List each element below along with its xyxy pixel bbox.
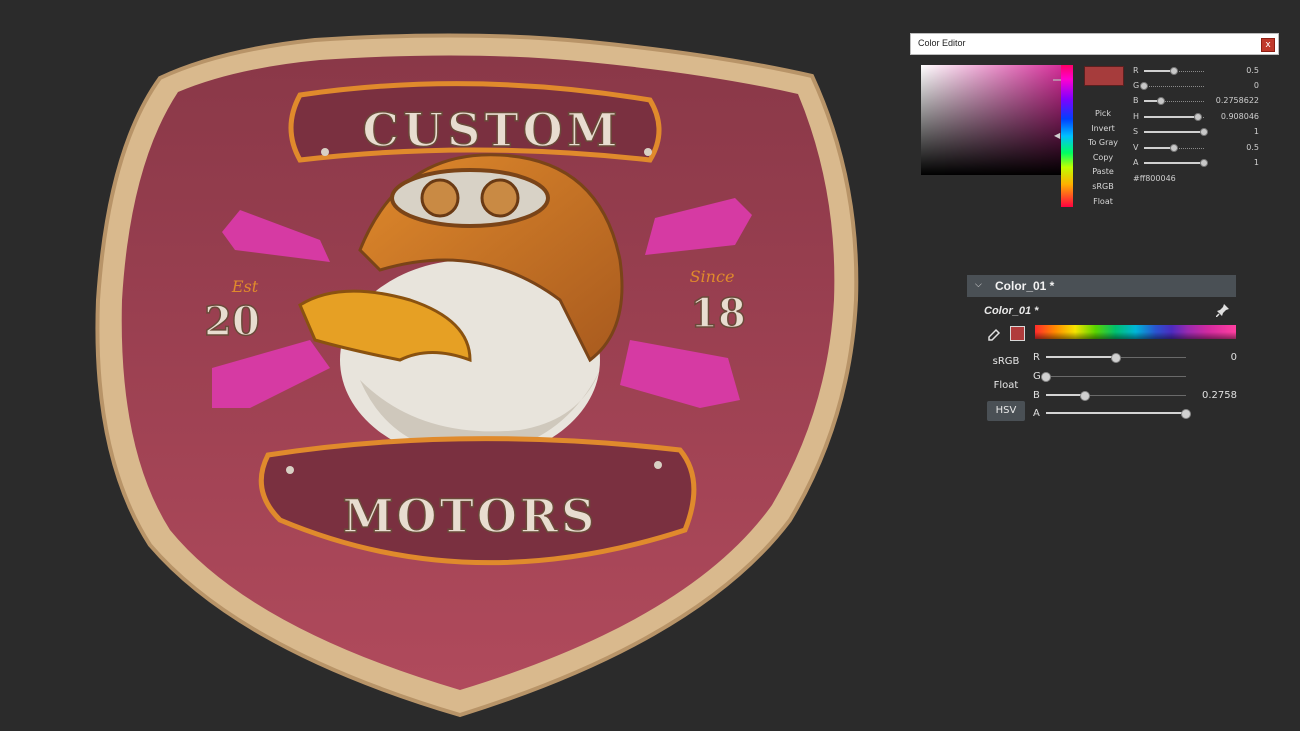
channel-value[interactable]: 0 <box>1183 352 1237 363</box>
goggle-lens-right <box>480 178 520 218</box>
channel-fill <box>1046 412 1186 414</box>
channel-slider-knob[interactable] <box>1181 409 1191 419</box>
channel-label: R <box>1033 352 1040 363</box>
color-editor-actions: Pick Invert To Gray Copy Paste sRGB Floa… <box>1085 109 1121 211</box>
channel-row-g: G 0 <box>1133 81 1259 93</box>
channel-slider-knob[interactable] <box>1156 97 1165 105</box>
script-right: Since <box>690 267 735 286</box>
channel-fill <box>1144 162 1204 164</box>
color-name[interactable]: Color_01 * <box>984 305 1038 317</box>
paste-button[interactable]: Paste <box>1085 167 1121 182</box>
channel-row-g: G <box>1033 370 1237 384</box>
channel-label: R <box>1133 66 1139 75</box>
banner-top-text: CUSTOM <box>362 103 621 157</box>
to-gray-button[interactable]: To Gray <box>1085 138 1121 153</box>
embroidered-patch-artwork: CUSTOM 20 18 Est Since MOTORS <box>95 33 859 718</box>
hsv-toggle[interactable]: HSV <box>987 401 1025 421</box>
goggle-lens-left <box>420 178 460 218</box>
close-button[interactable]: x <box>1261 38 1275 52</box>
current-color-swatch <box>1084 66 1124 86</box>
pick-button[interactable]: Pick <box>1085 109 1121 124</box>
channel-label: B <box>1133 96 1139 105</box>
panel-header[interactable]: ⌵ Color_01 * <box>967 275 1236 297</box>
channel-track[interactable] <box>1144 86 1204 88</box>
rivet <box>286 466 294 474</box>
channel-row-a: A <box>1033 407 1237 421</box>
color-editor-window: Color Editor x ◀ Pick Invert To Gray Cop… <box>910 33 1279 207</box>
channel-value[interactable]: 0.2758622 <box>1205 96 1259 105</box>
year-left: 20 <box>204 298 260 345</box>
channel-fill <box>1144 116 1199 118</box>
float-toggle[interactable]: Float <box>987 376 1025 396</box>
rivet <box>644 148 652 156</box>
channel-label: H <box>1133 112 1140 121</box>
channel-fill <box>1046 394 1085 396</box>
srgb-toggle[interactable]: sRGB <box>987 352 1025 372</box>
hue-marker-icon[interactable]: ◀ <box>1054 131 1060 140</box>
channel-label: A <box>1033 408 1040 419</box>
channel-label: G <box>1033 371 1041 382</box>
channel-value[interactable]: 0.5 <box>1205 143 1259 152</box>
pin-icon[interactable] <box>1216 303 1230 317</box>
channel-slider-knob[interactable] <box>1170 144 1178 152</box>
channel-value[interactable]: 1 <box>1205 127 1259 136</box>
goggles <box>390 168 550 228</box>
channel-track[interactable] <box>1046 376 1186 377</box>
copy-button[interactable]: Copy <box>1085 153 1121 168</box>
channel-fill <box>1144 131 1204 133</box>
channel-value[interactable]: 1 <box>1205 158 1259 167</box>
channel-label: A <box>1133 158 1139 167</box>
channel-row-b: B 0.2758 <box>1033 389 1237 403</box>
channel-row-v: V 0.5 <box>1133 143 1259 155</box>
channel-label: V <box>1133 143 1139 152</box>
year-right: 18 <box>690 290 746 337</box>
channel-slider-knob[interactable] <box>1111 353 1121 363</box>
channel-label: S <box>1133 127 1139 136</box>
banner-bottom-text: MOTORS <box>343 489 598 543</box>
channel-row-s: S 1 <box>1133 127 1259 139</box>
script-left: Est <box>231 277 259 296</box>
channel-label: B <box>1033 390 1040 401</box>
saturation-value-picker[interactable] <box>921 65 1061 175</box>
channel-label: G <box>1133 81 1140 90</box>
color-property-panel: ⌵ Color_01 * Color_01 * sRGB Float HSV R… <box>967 275 1237 425</box>
channel-row-a: A 1 <box>1133 158 1259 170</box>
channel-slider-knob[interactable] <box>1194 113 1203 121</box>
color-editor-title: Color Editor <box>918 38 966 48</box>
channel-value[interactable]: 0.5 <box>1205 66 1259 75</box>
chevron-down-icon[interactable]: ⌵ <box>975 280 982 290</box>
channel-value[interactable]: 0.2758 <box>1183 390 1237 401</box>
spectrum-shade <box>1035 332 1236 339</box>
channel-row-h: H 0.908046 <box>1133 112 1259 124</box>
channel-slider-knob[interactable] <box>1041 372 1051 382</box>
channel-row-b: B 0.2758622 <box>1133 96 1259 108</box>
channel-value[interactable]: 0 <box>1205 81 1259 90</box>
channel-row-r: R 0 <box>1033 351 1237 365</box>
hex-value[interactable]: #ff800046 <box>1133 174 1176 183</box>
rivet <box>654 461 662 469</box>
channel-fill <box>1046 356 1116 358</box>
channel-row-r: R 0.5 <box>1133 66 1259 78</box>
eyedropper-icon[interactable] <box>987 328 1001 342</box>
panel-header-title: Color_01 * <box>995 279 1055 293</box>
channel-slider-knob[interactable] <box>1079 391 1090 401</box>
srgb-button[interactable]: sRGB <box>1085 182 1121 197</box>
channel-slider-knob[interactable] <box>1140 82 1148 90</box>
channel-value[interactable]: 0.908046 <box>1205 112 1259 121</box>
color-editor-titlebar[interactable]: Color Editor x <box>910 33 1279 55</box>
hue-slider[interactable] <box>1061 65 1073 207</box>
invert-button[interactable]: Invert <box>1085 124 1121 139</box>
rivet <box>321 148 329 156</box>
color-swatch[interactable] <box>1010 326 1025 341</box>
channel-slider-knob[interactable] <box>1170 67 1178 75</box>
float-button[interactable]: Float <box>1085 197 1121 212</box>
